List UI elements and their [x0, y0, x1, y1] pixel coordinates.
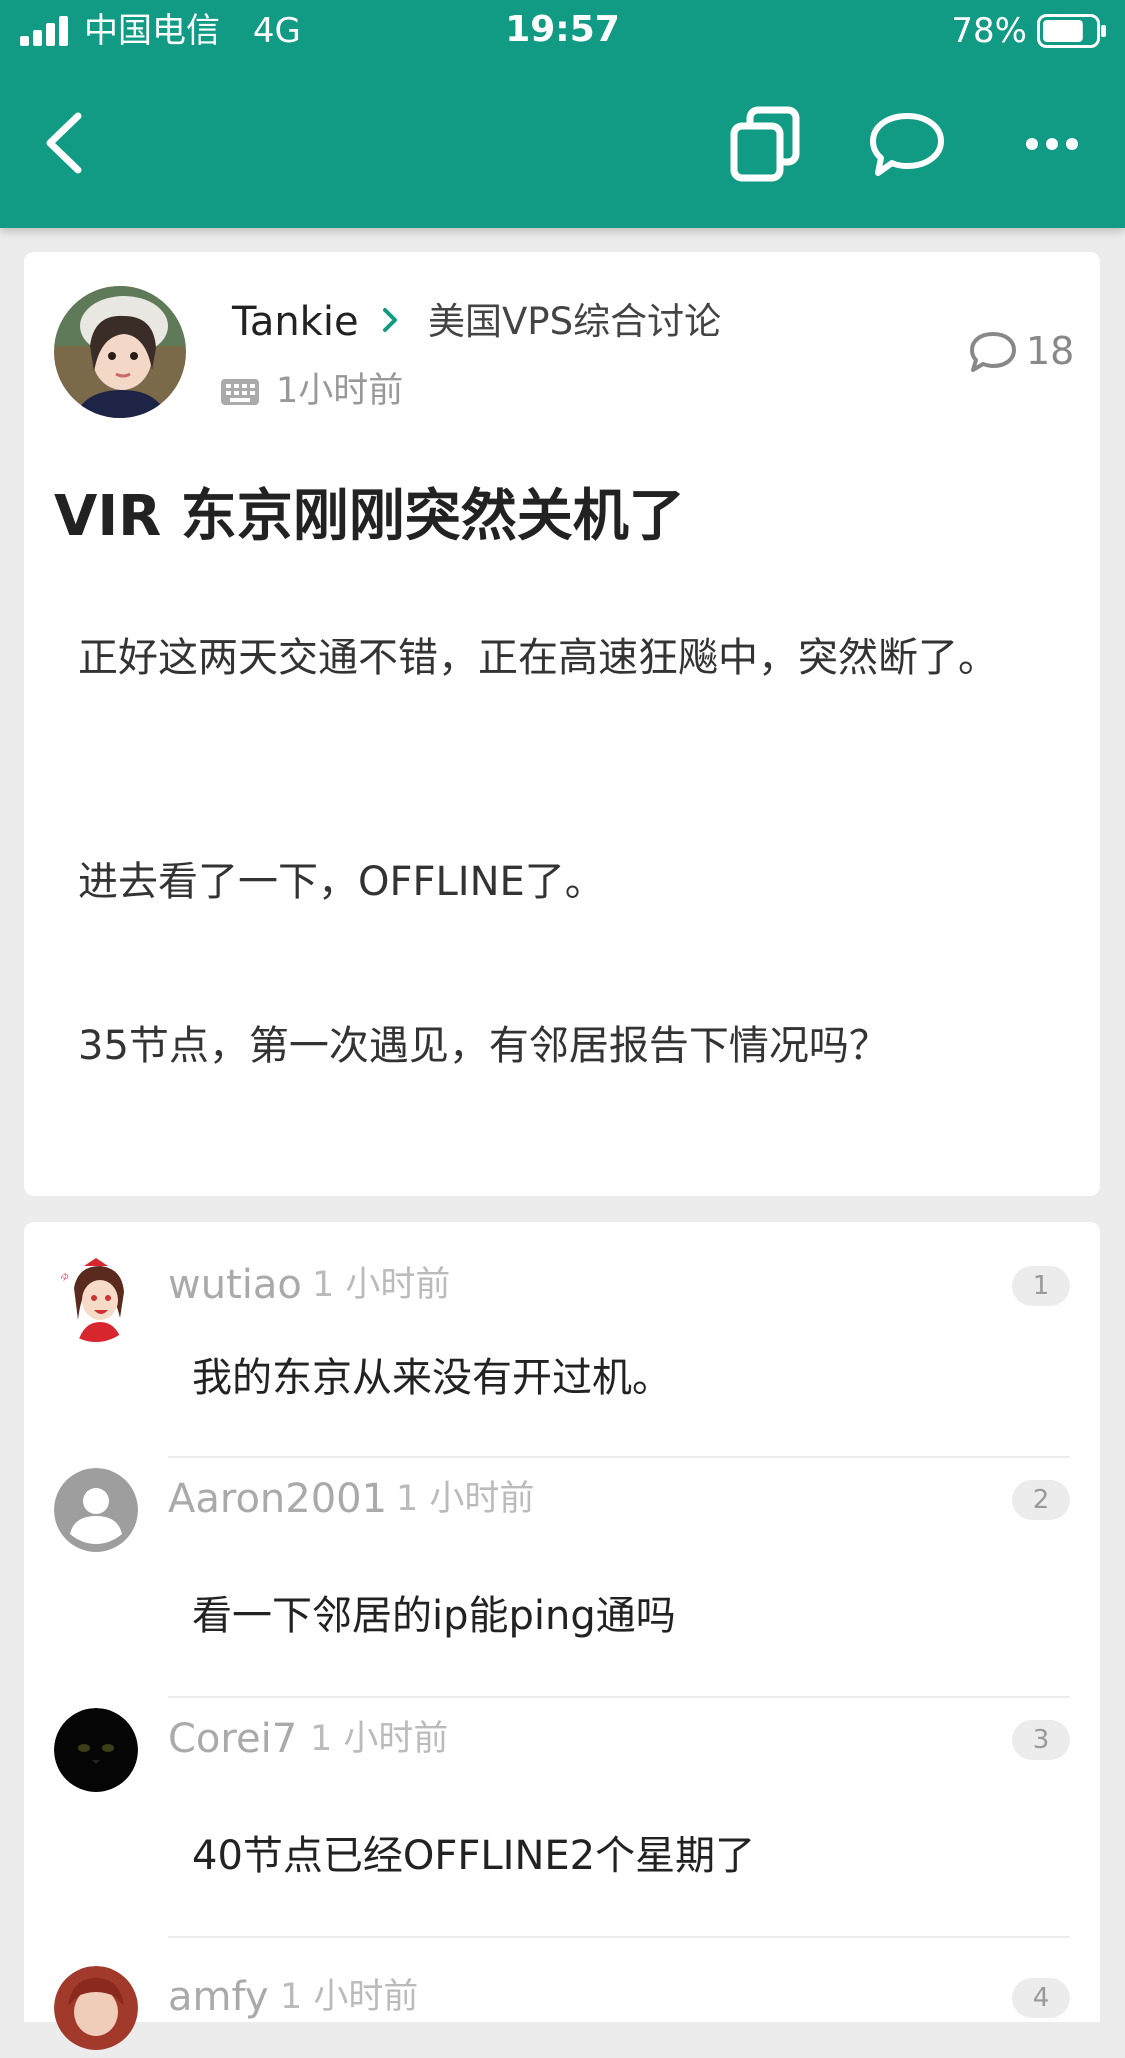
floor-badge: 1 [1012, 1266, 1070, 1306]
comment-avatar[interactable]: ゆ [54, 1258, 138, 1342]
chevron-right-icon [383, 308, 397, 332]
svg-text:ゆ: ゆ [60, 1272, 69, 1283]
battery-percent: 78% [951, 11, 1027, 51]
chat-bubble-icon[interactable] [868, 110, 946, 180]
comment-count-icon [970, 332, 1016, 372]
status-bar: 中国电信 4G 19:57 78% [0, 0, 1125, 62]
post-title: VIR 东京刚刚突然关机了 [54, 484, 685, 549]
app-header: 中国电信 4G 19:57 78% [0, 0, 1125, 228]
comment-time: 1 小时前 [396, 1479, 535, 1519]
author-avatar[interactable] [54, 286, 186, 418]
post-paragraph-3: 35节点，第一次遇见，有邻居报告下情况吗？ [78, 1023, 889, 1069]
toolbar [0, 70, 1125, 220]
comment-username[interactable]: Corei7 [168, 1714, 297, 1764]
post-time: 1小时前 [276, 371, 404, 411]
floor-badge: 3 [1012, 1720, 1070, 1760]
battery-icon [1037, 14, 1106, 48]
comment-time: 1 小时前 [310, 1719, 449, 1759]
comment-text: 看一下邻居的ip能ping通吗 [192, 1593, 676, 1639]
floor-badge: 2 [1012, 1480, 1070, 1520]
copy-icon[interactable] [728, 106, 804, 182]
post-card: Tankie 美国VPS综合讨论 1小时前 18 VIR 东京刚刚突然关机了 正… [24, 252, 1100, 1196]
keyboard-icon [221, 379, 259, 405]
comment-text: 我的东京从来没有开过机。 [192, 1355, 672, 1401]
author-name[interactable]: Tankie [232, 298, 359, 346]
comment-item: Corei7 1 小时前 3 40节点已经OFFLINE2个星期了 [24, 1698, 1100, 1938]
comment-username[interactable]: amfy [168, 1972, 269, 2022]
comment-username[interactable]: wutiao [168, 1260, 302, 1310]
comment-count: 18 [1026, 329, 1075, 373]
more-dots-icon[interactable] [1024, 122, 1080, 166]
default-avatar-icon[interactable] [54, 1468, 138, 1552]
comment-avatar[interactable] [54, 1708, 138, 1792]
comment-item: ゆ wutiao 1 小时前 1 我的东京从来没有开过机。 [24, 1222, 1100, 1458]
comments-list: ゆ wutiao 1 小时前 1 我的东京从来没有开过机。 Aaron2001 … [24, 1222, 1100, 2050]
comment-username[interactable]: Aaron2001 [168, 1474, 387, 1524]
back-button[interactable] [40, 108, 90, 178]
comment-text: 40节点已经OFFLINE2个星期了 [192, 1833, 756, 1879]
comment-time: 1 小时前 [280, 1977, 419, 2017]
post-paragraph-1: 正好这两天交通不错，正在高速狂飚中，突然断了。 [78, 635, 998, 681]
comment-time: 1 小时前 [312, 1265, 451, 1305]
category-link[interactable]: 美国VPS综合讨论 [428, 298, 721, 346]
floor-badge: 4 [1012, 1978, 1070, 2018]
comment-item: amfy 1 小时前 4 [24, 1938, 1100, 2058]
comment-avatar[interactable] [54, 1966, 138, 2050]
post-paragraph-2: 进去看了一下，OFFLINE了。 [78, 859, 605, 905]
comment-item: Aaron2001 1 小时前 2 看一下邻居的ip能ping通吗 [24, 1458, 1100, 1698]
